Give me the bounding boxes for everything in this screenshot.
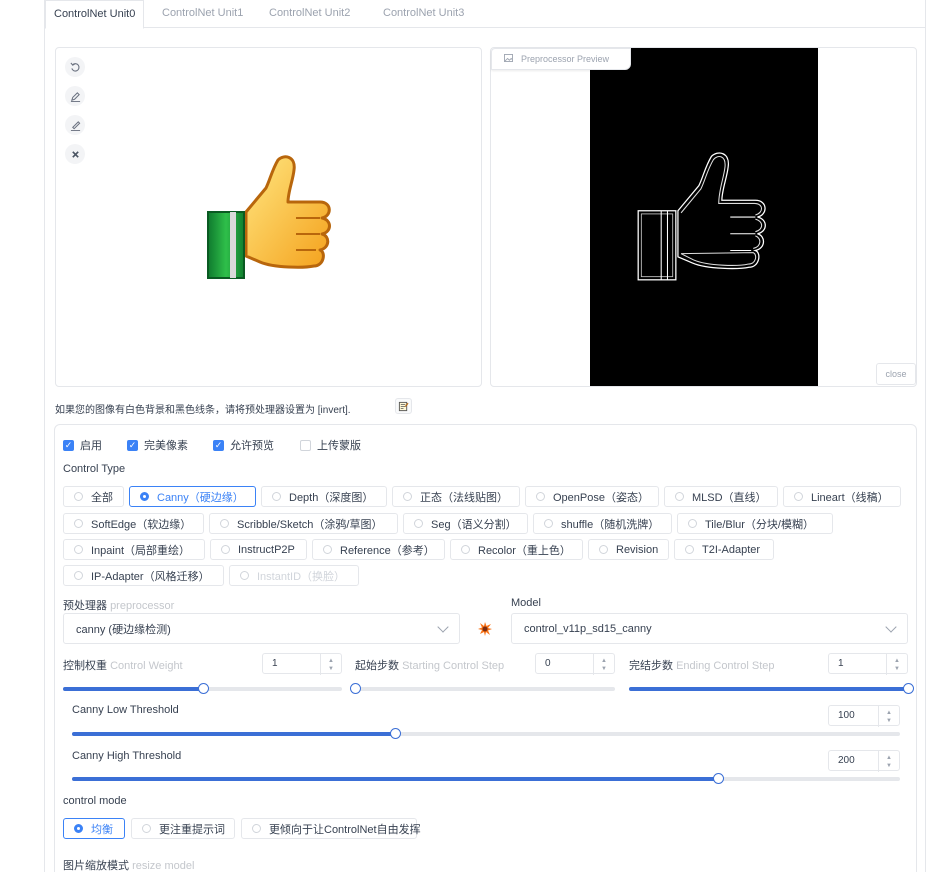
canny-low-input[interactable]: 100 ▲ ▼ [828,705,900,727]
clear-icon[interactable] [65,144,85,164]
control-type-instructp2p[interactable]: InstructP2P [210,539,307,560]
control-type-recolor[interactable]: Recolor（重上色） [450,539,583,560]
resize-mode-label: 图片缩放模式 resize model [63,860,195,872]
slider-thumb[interactable] [197,683,209,694]
edit-icon[interactable] [65,86,85,106]
preprocessor-preview-label: Preprocessor Preview [491,48,631,70]
slider-thumb[interactable] [903,683,914,694]
checkbox-checked-icon: ✓ [213,439,224,451]
canny-low-label: Canny Low Threshold [72,704,179,716]
preprocessor-label: 预处理器 preprocessor [63,600,175,612]
brush-icon[interactable] [65,115,85,135]
ending-step-label: 完结步数 Ending Control Step [629,660,775,672]
spinner-icon[interactable]: ▲ ▼ [320,654,341,675]
control-weight-label: 控制权重 Control Weight [63,660,183,672]
control-type-label: Control Type [63,463,126,475]
chevron-down-icon [885,621,897,633]
control-mode-label: control mode [63,795,127,807]
preview-canvas [590,48,818,386]
checkbox-checked-icon: ✓ [127,439,138,451]
spinner-icon[interactable]: ▲ ▼ [878,751,899,772]
control-type-ip-adapter[interactable]: IP-Adapter（风格迁移） [63,565,224,586]
control-type-openpose[interactable]: OpenPose（姿态） [525,486,659,507]
control-type-all[interactable]: 全部 [63,486,124,507]
ending-step-input[interactable]: 1 ▲ ▼ [828,653,908,675]
control-mode-prompt[interactable]: 更注重提示词 [131,818,235,839]
checkbox-unchecked-icon [300,439,311,451]
control-mode-controlnet[interactable]: 更倾向于让ControlNet自由发挥 [241,818,421,839]
preview-panel [490,47,917,387]
thumbs-up-image [207,155,331,279]
model-label: Model [511,597,541,609]
ending-step-slider[interactable] [629,683,914,694]
control-type-inpaint[interactable]: Inpaint（局部重绘） [63,539,205,560]
allow-preview-checkbox[interactable]: ✓ 允许预览 [213,437,274,453]
control-type-tile[interactable]: Tile/Blur（分块/模糊） [677,513,833,534]
panel-border-right [925,0,926,872]
input-image-panel[interactable] [55,47,482,387]
spinner-icon[interactable]: ▲ ▼ [593,654,614,675]
control-type-mlsd[interactable]: MLSD（直线） [664,486,778,507]
close-preview-button[interactable]: close [876,363,916,385]
enable-checkbox[interactable]: ✓ 启用 [63,437,102,453]
control-type-seg[interactable]: Seg（语义分割） [403,513,528,534]
tab-unit2[interactable]: ControlNet Unit2 [269,0,350,28]
image-icon [504,54,513,64]
control-type-instantid: InstantID（换脸） [229,565,359,586]
tab-unit1[interactable]: ControlNet Unit1 [162,0,243,28]
control-type-reference[interactable]: Reference（参考） [312,539,445,560]
pixel-perfect-checkbox[interactable]: ✓ 完美像素 [127,437,188,453]
run-preprocessor-icon[interactable] [475,619,495,639]
starting-step-slider[interactable] [350,683,615,694]
control-type-revision[interactable]: Revision [588,539,669,560]
tab-unit3[interactable]: ControlNet Unit3 [383,0,464,28]
control-type-scribble[interactable]: Scribble/Sketch（涂鸦/草图） [209,513,398,534]
starting-step-label: 起始步数 Starting Control Step [355,660,505,672]
canny-high-input[interactable]: 200 ▲ ▼ [828,750,900,772]
control-type-shuffle[interactable]: shuffle（随机洗牌） [533,513,672,534]
canny-high-slider[interactable] [72,773,900,784]
panel-border-left [44,0,45,872]
slider-thumb[interactable] [389,728,401,739]
upload-mask-checkbox[interactable]: 上传蒙版 [300,437,361,453]
control-type-depth[interactable]: Depth（深度图） [261,486,387,507]
model-select[interactable]: control_v11p_sd15_canny [511,613,908,644]
canny-high-label: Canny High Threshold [72,750,182,762]
tab-unit0[interactable]: ControlNet Unit0 [45,0,145,29]
unit-tabs: ControlNet Unit0 ControlNet Unit1 Contro… [45,0,925,29]
preprocessor-select[interactable]: canny (硬边缘检测) [63,613,460,644]
invert-hint-text: 如果您的图像有白色背景和黑色线条，请将预处理器设置为 [invert]. [55,405,351,416]
canny-edge-image [637,152,766,281]
chevron-down-icon [437,621,449,633]
control-weight-input[interactable]: 1 ▲ ▼ [262,653,342,675]
control-type-softedge[interactable]: SoftEdge（软边缘） [63,513,204,534]
slider-thumb[interactable] [712,773,724,784]
control-type-lineart[interactable]: Lineart（线稿） [783,486,901,507]
slider-thumb[interactable] [350,683,361,694]
control-type-canny[interactable]: Canny（硬边缘） [129,486,256,507]
control-type-normal[interactable]: 正态（法线贴图） [392,486,520,507]
control-type-t2i-adapter[interactable]: T2I-Adapter [674,539,774,560]
canny-low-slider[interactable] [72,728,900,739]
notepad-icon[interactable] [395,398,412,414]
spinner-icon[interactable]: ▲ ▼ [878,706,899,727]
control-weight-slider[interactable] [63,683,342,694]
checkbox-checked-icon: ✓ [63,439,74,451]
control-mode-balanced[interactable]: 均衡 [63,818,125,839]
spinner-icon[interactable]: ▲ ▼ [886,654,907,675]
starting-step-input[interactable]: 0 ▲ ▼ [535,653,615,675]
undo-icon[interactable] [65,57,85,77]
